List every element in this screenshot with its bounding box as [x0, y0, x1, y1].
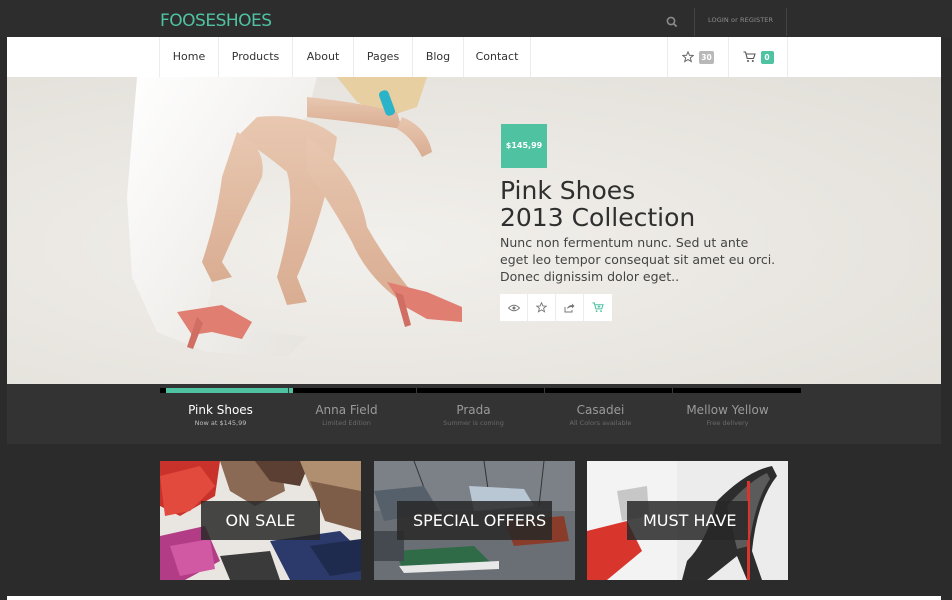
slide-tab-anna-field[interactable]: Anna Field Limited Edition [284, 403, 409, 427]
price-tag: $145,99 [501, 124, 547, 168]
add-to-cart-icon [592, 302, 604, 313]
slider-progress-track [160, 388, 801, 393]
nav-item-blog[interactable]: Blog [412, 37, 463, 77]
share-icon [564, 303, 575, 312]
eye-icon [507, 304, 520, 311]
top-divider [694, 8, 695, 36]
slide-tab-subtitle: Now at $145,99 [194, 419, 247, 427]
slide-tab-pink-shoes[interactable]: Pink Shoes Now at $145,99 [158, 403, 283, 427]
hero-title-line: Pink Shoes [500, 176, 636, 205]
main-navigation: Home Products About Pages Blog Contact 3… [7, 37, 941, 77]
promo-tile-on-sale[interactable]: ON SALE [160, 461, 361, 580]
progress-divider [416, 388, 417, 393]
slide-tab-prada[interactable]: Prada Summer is coming [411, 403, 536, 427]
star-icon [536, 302, 547, 313]
slide-tab-mellow-yellow[interactable]: Mellow Yellow Free delivery [665, 403, 790, 427]
progress-divider [288, 388, 289, 393]
promo-tile-must-have[interactable]: MUST HAVE [587, 461, 788, 580]
hero-title: Pink Shoes 2013 Collection [500, 177, 695, 231]
slide-tab-title: Anna Field [315, 403, 378, 417]
nav-item-home[interactable]: Home [159, 37, 218, 77]
slide-tab-title: Casadei [576, 403, 625, 417]
promo-tile-special-offers[interactable]: SPECIAL OFFERS [374, 461, 575, 580]
promo-label: ON SALE [201, 501, 320, 540]
slide-tab-subtitle: All Colors available [569, 419, 632, 427]
cart-button[interactable]: 0 [729, 37, 787, 77]
slide-tab-casadei[interactable]: Casadei All Colors available [538, 403, 663, 427]
wishlist-button[interactable]: 30 [668, 37, 728, 77]
nav-item-products[interactable]: Products [218, 37, 292, 77]
slide-tab-subtitle: Summer is coming [443, 419, 504, 427]
search-button[interactable] [666, 13, 682, 29]
add-to-wishlist-button[interactable] [528, 294, 556, 321]
top-bar: FOOSESHOES LOGIN or REGISTER [0, 0, 952, 37]
nav-divider [787, 37, 788, 77]
star-icon [682, 51, 695, 63]
slide-tab-title: Pink Shoes [188, 403, 253, 417]
slide-tab-title: Prada [456, 403, 491, 417]
site-logo[interactable]: FOOSESHOES [160, 11, 272, 31]
search-icon [666, 16, 678, 28]
hero-action-buttons [500, 294, 612, 321]
quick-view-button[interactable] [500, 294, 528, 321]
login-register-link[interactable]: LOGIN or REGISTER [708, 16, 773, 24]
hero-slider: $145,99 Pink Shoes 2013 Collection Nunc … [7, 77, 941, 384]
share-button[interactable] [556, 294, 584, 321]
footer-strip [7, 596, 941, 600]
nav-item-contact[interactable]: Contact [463, 37, 530, 77]
cart-icon [743, 51, 756, 62]
nav-item-pages[interactable]: Pages [353, 37, 412, 77]
hero-model-image [127, 77, 462, 357]
progress-divider [544, 388, 545, 393]
top-divider [786, 8, 787, 36]
hero-description: Nunc non fermentum nunc. Sed ut ante ege… [500, 234, 780, 285]
hero-description-line: Nunc non fermentum nunc. Sed ut ante [500, 235, 749, 250]
slide-tab-subtitle: Free delivery [706, 419, 749, 427]
nav-divider [530, 37, 531, 77]
slide-tab-title: Mellow Yellow [686, 403, 769, 417]
slider-progress-fill [166, 388, 293, 393]
hero-description-line: eget leo tempor consequat sit amet eu or… [500, 252, 776, 267]
slider-tabs: Pink Shoes Now at $145,99 Anna Field Lim… [7, 384, 941, 444]
add-to-cart-button[interactable] [584, 294, 612, 321]
hero-title-line: 2013 Collection [500, 203, 696, 232]
cart-count-badge: 0 [760, 50, 774, 64]
wishlist-count-badge: 30 [699, 50, 714, 64]
promo-label: SPECIAL OFFERS [397, 501, 552, 540]
nav-item-about[interactable]: About [292, 37, 353, 77]
slide-tab-subtitle: Limited Edition [322, 419, 371, 427]
promo-label: MUST HAVE [627, 501, 748, 540]
progress-divider [672, 388, 673, 393]
hero-description-line: Donec dignissim dolor eget.. [500, 269, 680, 284]
